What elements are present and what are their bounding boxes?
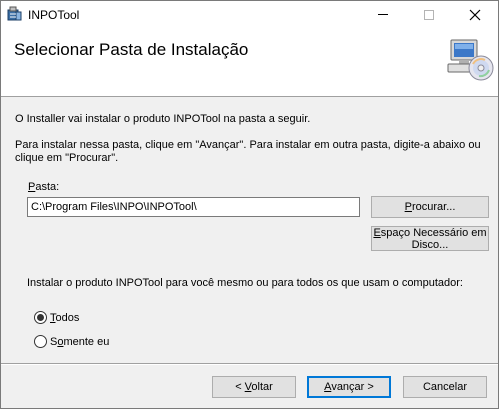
radio-button-checked[interactable]	[34, 311, 47, 324]
back-button[interactable]: < Voltar	[212, 376, 296, 398]
radio-everyone-rest: odos	[55, 311, 80, 324]
footer-divider-highlight	[1, 364, 498, 365]
installer-package-icon	[7, 6, 22, 21]
close-button[interactable]	[452, 1, 498, 28]
radio-just-me-label: Somente eu	[50, 336, 109, 348]
minimize-button[interactable]	[360, 1, 406, 28]
disk-cost-accel: E	[373, 227, 381, 239]
radio-just-me-rest: mente eu	[63, 335, 110, 348]
close-icon	[469, 9, 481, 20]
installer-window: INPOTool Selecionar Pasta de Instalação	[0, 0, 499, 409]
header-banner: Selecionar Pasta de Instalação	[1, 28, 498, 97]
disk-cost-button[interactable]: Espaço Necessário em Disco...	[371, 226, 489, 251]
folder-path-input[interactable]	[27, 197, 360, 217]
instructions-text: Para instalar nessa pasta, clique em "Av…	[15, 139, 481, 164]
maximize-icon	[424, 9, 434, 20]
browse-rest: rocurar...	[411, 201, 456, 213]
intro-text: O Installer vai instalar o produto INPOT…	[15, 113, 311, 125]
window-title: INPOTool	[28, 8, 80, 22]
minimize-icon	[378, 14, 388, 15]
page-title: Selecionar Pasta de Instalação	[14, 40, 249, 59]
radio-button-unchecked[interactable]	[34, 335, 47, 348]
radio-just-me[interactable]: Somente eu	[34, 335, 109, 348]
next-button[interactable]: Avançar >	[307, 376, 391, 398]
radio-everyone[interactable]: Todos	[34, 311, 79, 324]
radio-everyone-label: Todos	[50, 312, 79, 324]
title-bar[interactable]: INPOTool	[1, 1, 498, 28]
computer-cd-icon	[447, 39, 494, 81]
install-for-question: Instalar o produto INPOTool para você me…	[27, 277, 463, 289]
folder-label-rest: asta:	[35, 181, 60, 193]
disk-cost-rest: spaço Necessário em Disco...	[380, 227, 487, 251]
browse-button[interactable]: Procurar...	[371, 196, 489, 218]
next-rest: vançar >	[331, 381, 374, 393]
back-rest: oltar	[251, 381, 273, 393]
back-pre: <	[235, 381, 245, 393]
browse-accel: P	[404, 201, 412, 213]
maximize-button	[406, 1, 452, 28]
folder-label: Pasta:	[28, 181, 59, 193]
radio-dot	[37, 314, 44, 321]
cancel-button[interactable]: Cancelar	[403, 376, 487, 398]
